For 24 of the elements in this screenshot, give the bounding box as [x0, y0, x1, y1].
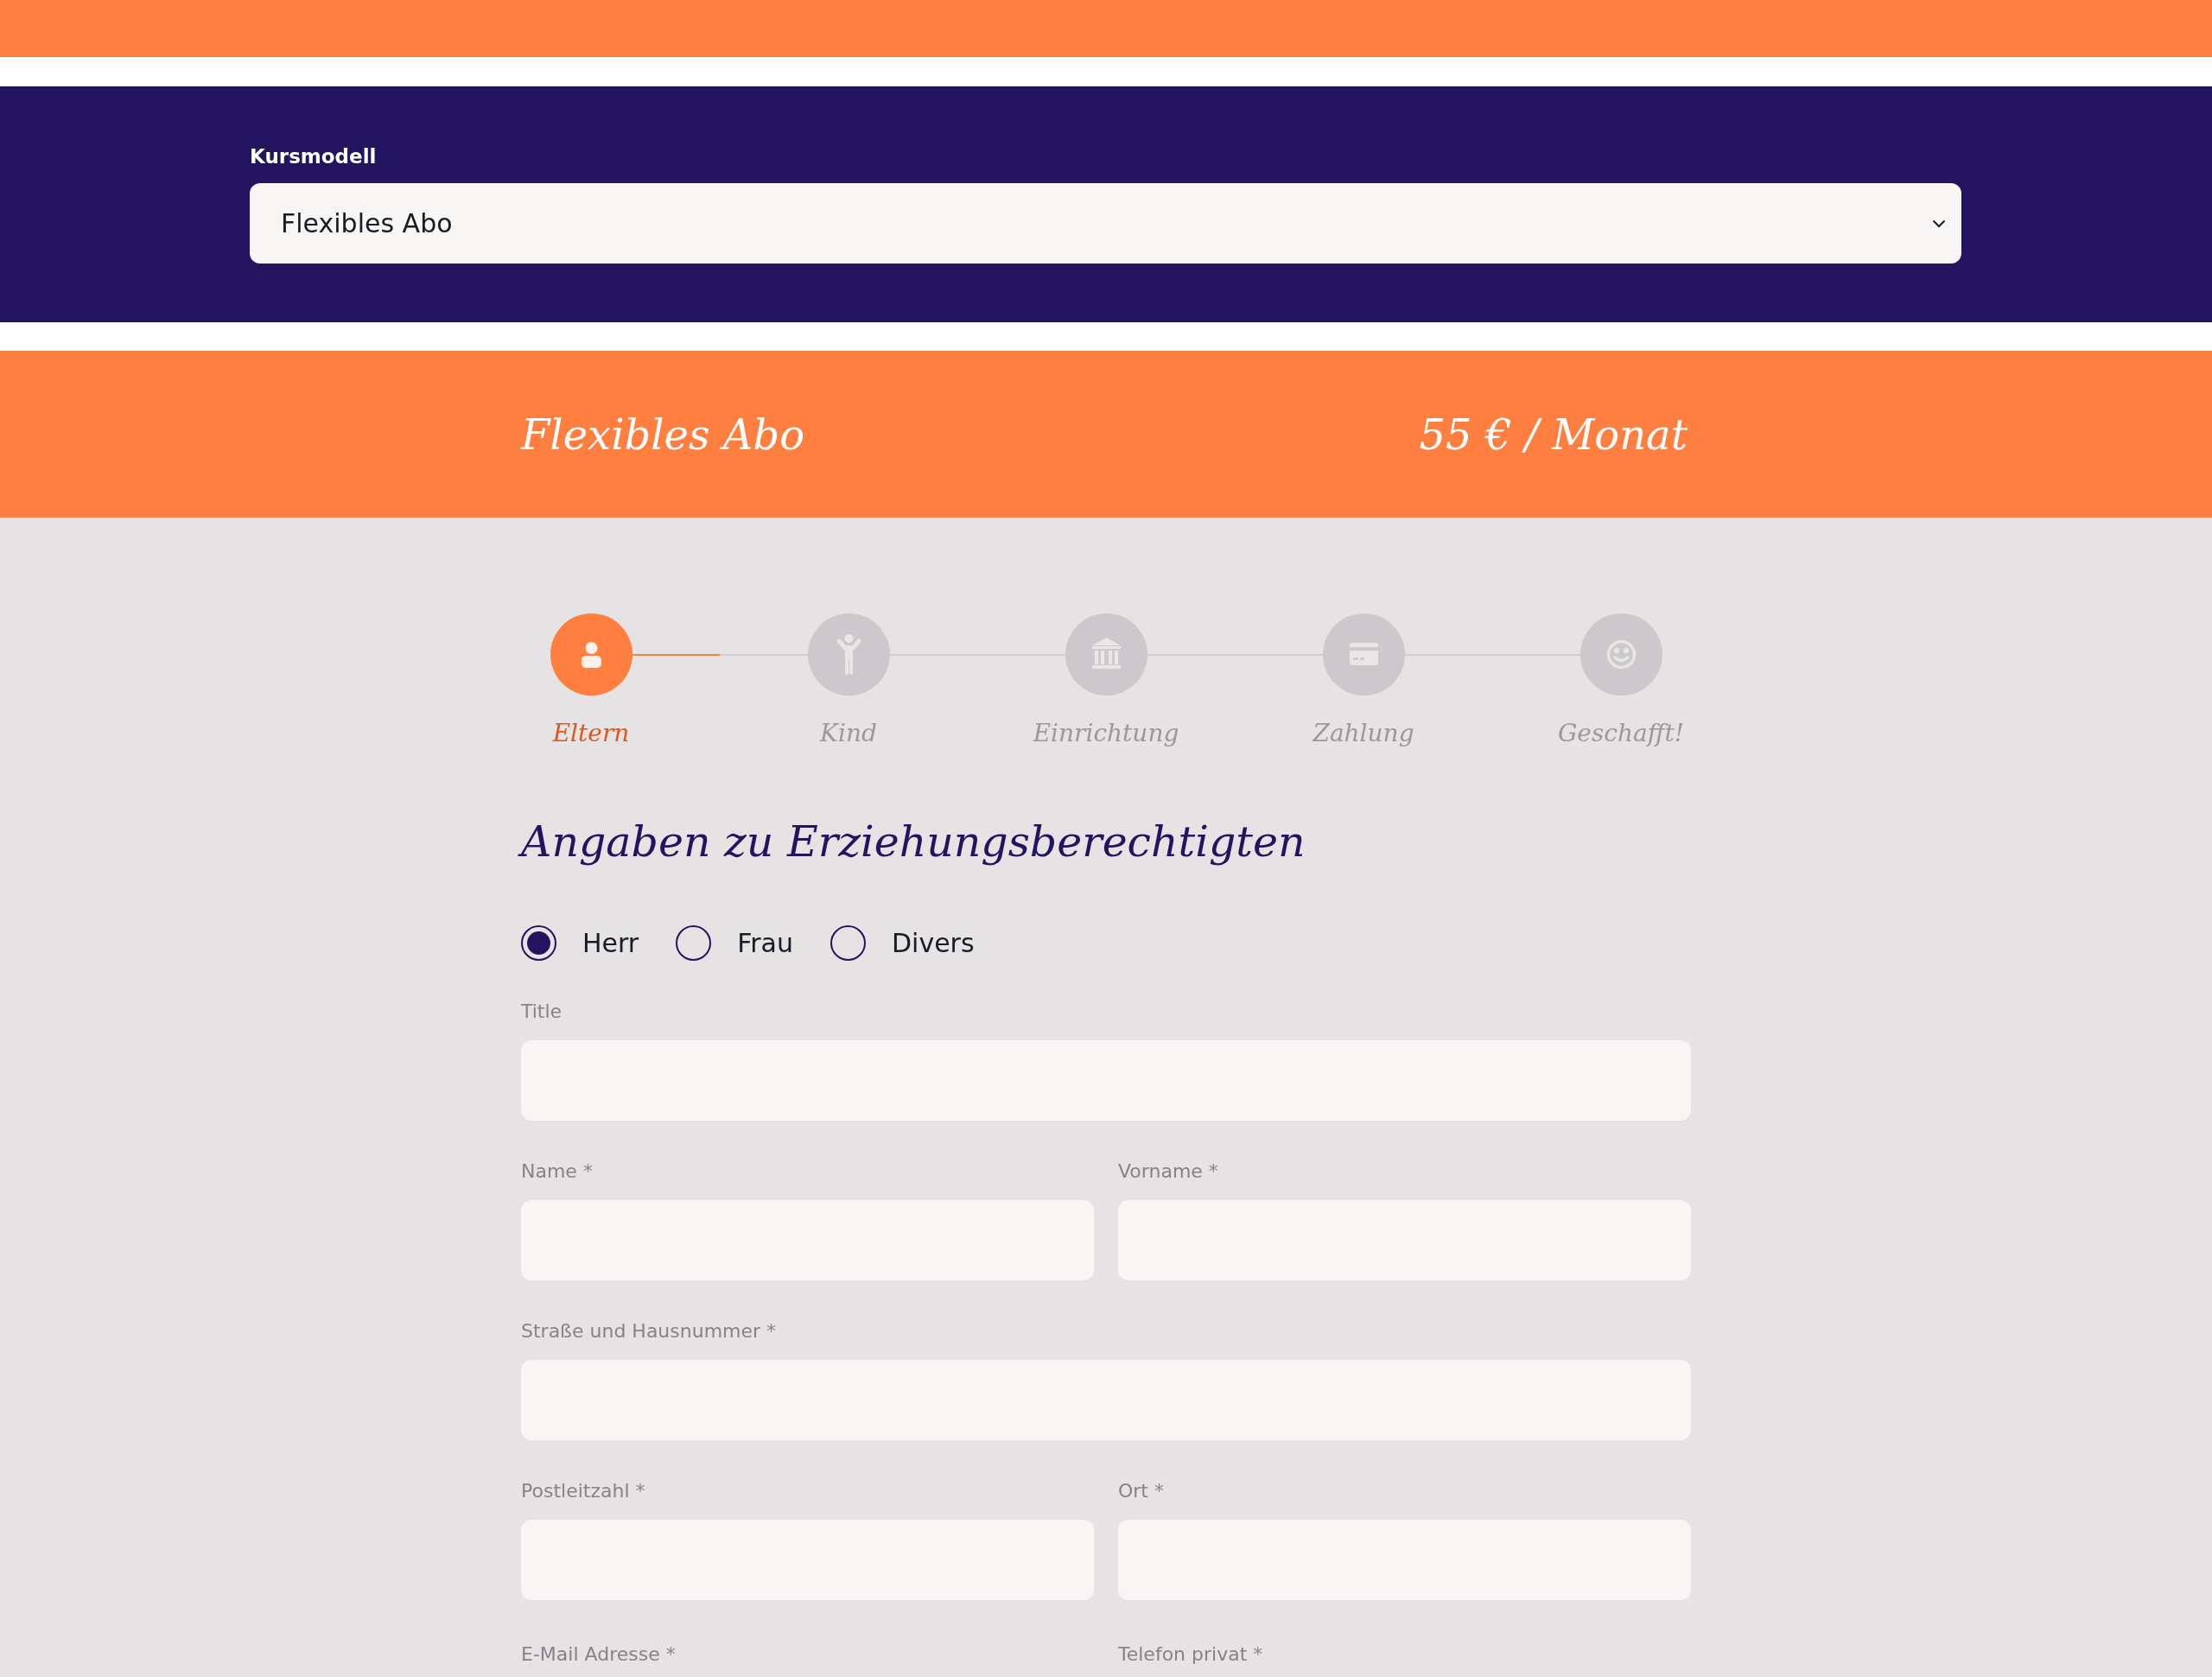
field-label: Postleitzahl * — [521, 1479, 645, 1503]
step-label: Eltern — [552, 718, 630, 749]
field-label: Title — [521, 1000, 563, 1024]
field-label: Vorname * — [1118, 1159, 1218, 1184]
field-label: E-Mail Adresse * — [521, 1642, 676, 1667]
chevron-down-icon — [1932, 219, 1946, 228]
course-select[interactable]: Flexibles Abo — [250, 183, 1961, 264]
plan-title: Flexibles Abo — [521, 410, 805, 459]
radio-label[interactable]: Herr — [582, 927, 639, 959]
field-label: Telefon privat * — [1118, 1642, 1263, 1667]
field-label: Name * — [521, 1159, 593, 1184]
step-label: Zahlung — [1313, 718, 1414, 749]
field-label: Straße und Hausnummer * — [521, 1319, 777, 1344]
step-label: Einrichtung — [1033, 718, 1179, 749]
radio-button[interactable] — [521, 925, 556, 961]
step-label: Kind — [820, 718, 877, 749]
radio-label[interactable]: Frau — [737, 927, 793, 959]
select-label: Kursmodell — [250, 144, 377, 169]
plan-price: 55 € / Monat — [1419, 410, 1688, 459]
radio-button[interactable] — [676, 925, 712, 961]
field-label: Ort * — [1118, 1479, 1164, 1503]
step-label: Geschafft! — [1557, 718, 1685, 749]
radio-label[interactable]: Divers — [891, 927, 975, 959]
radio-button[interactable] — [830, 925, 866, 961]
